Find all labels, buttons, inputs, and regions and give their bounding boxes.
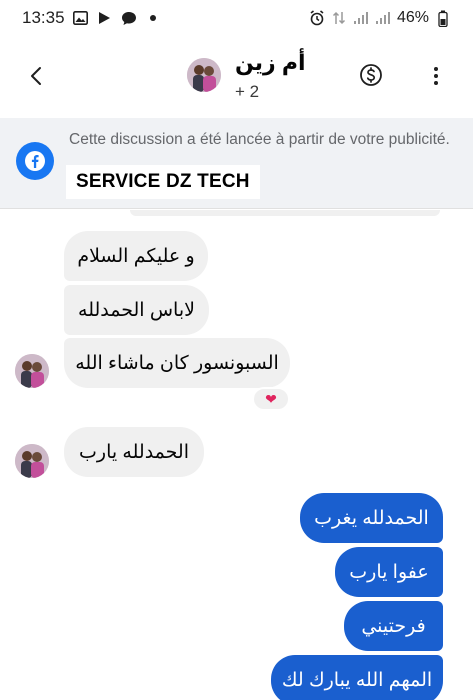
facebook-icon [16, 142, 54, 180]
outgoing-message[interactable]: المهم الله يبارك لك [271, 655, 443, 700]
incoming-message[interactable]: السبونسور كان ماشاء الله [64, 338, 290, 388]
chat-bubble-icon [121, 10, 137, 26]
contact-name[interactable]: أم زين [235, 50, 306, 76]
sender-avatar[interactable] [15, 444, 49, 478]
status-left: 13:35 [22, 8, 161, 28]
dollar-circle-icon [360, 64, 382, 86]
status-bar: 13:35 46% [0, 0, 473, 36]
avatar[interactable] [187, 58, 221, 92]
heart-reaction[interactable]: ❤ [252, 387, 290, 411]
conversation-header: أم زين + 2 [0, 36, 473, 116]
play-store-icon [97, 10, 113, 26]
alarm-icon [309, 10, 325, 26]
battery-icon [435, 10, 451, 27]
sender-avatar[interactable] [15, 354, 49, 388]
more-vert-icon [434, 67, 438, 71]
data-arrows-icon [331, 10, 347, 26]
chevron-left-icon [31, 67, 41, 85]
back-button[interactable] [22, 62, 50, 90]
battery-level: 46% [396, 9, 429, 26]
status-time: 13:35 [22, 8, 65, 27]
signal-icon [375, 10, 391, 26]
message-list[interactable]: و عليكم السلام لاباس الحمدلله السبونسور … [0, 210, 473, 700]
ad-origin-text: Cette discussion a été lancée à partir d… [69, 131, 450, 148]
heart-icon: ❤ [265, 390, 277, 407]
incoming-message[interactable]: و عليكم السلام [64, 231, 208, 281]
dot-icon [145, 10, 161, 26]
signal-icon [353, 10, 369, 26]
incoming-message[interactable]: لاباس الحمدلله [64, 285, 209, 335]
participants-count[interactable]: + 2 [235, 82, 259, 102]
outgoing-message[interactable]: فرحتيني [344, 601, 443, 651]
outgoing-message[interactable]: عفوا يارب [335, 547, 443, 597]
status-right: 46% [309, 9, 451, 27]
incoming-message[interactable]: الحمدلله يارب [64, 427, 204, 477]
faded-message-edge [130, 210, 440, 216]
service-overlay-label: SERVICE DZ TECH [66, 165, 260, 199]
image-icon [73, 10, 89, 26]
payment-button[interactable] [359, 63, 383, 87]
more-options-button[interactable] [428, 64, 444, 88]
outgoing-message[interactable]: الحمدلله يغرب [300, 493, 443, 543]
